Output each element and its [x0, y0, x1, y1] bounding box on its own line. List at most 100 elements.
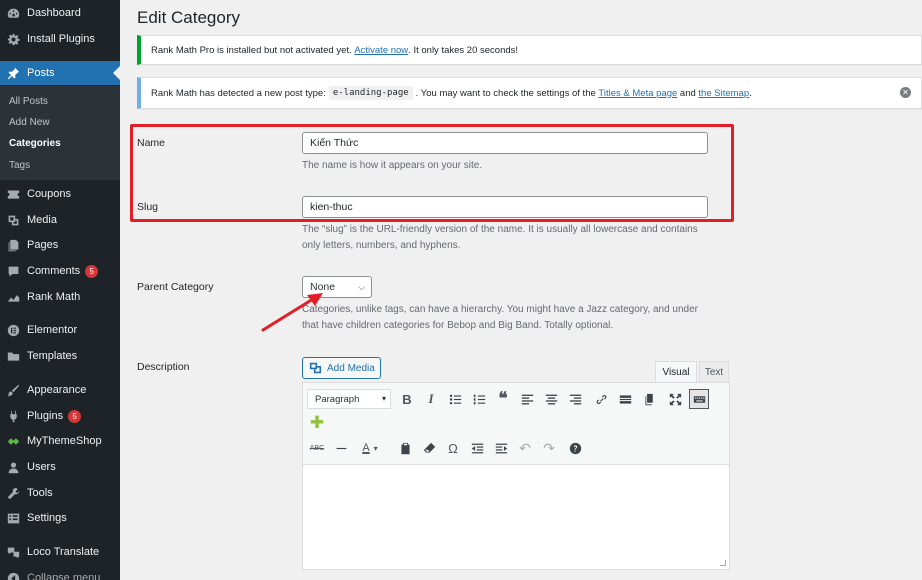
chart-icon: [6, 290, 20, 304]
read-more-icon: [619, 394, 631, 404]
read-more-button[interactable]: [615, 389, 635, 409]
align-left-button[interactable]: [517, 389, 537, 409]
submenu-all-posts[interactable]: All Posts: [9, 96, 48, 107]
menu-label: MyThemeShop: [27, 435, 102, 447]
align-right-button[interactable]: [565, 389, 585, 409]
paste-text-button[interactable]: [395, 438, 415, 458]
dashboard-icon: [6, 6, 20, 20]
outdent-icon: [471, 443, 483, 453]
submenu-categories[interactable]: Categories: [9, 138, 61, 149]
fullscreen-button[interactable]: [665, 389, 685, 409]
redo-button[interactable]: ↷: [539, 438, 559, 458]
titles-meta-link[interactable]: Titles & Meta page: [598, 88, 677, 99]
menu-label: Install Plugins: [27, 33, 95, 45]
tab-text[interactable]: Text: [699, 361, 729, 383]
text-color-button[interactable]: A ▾: [355, 438, 385, 458]
menu-install-plugins[interactable]: Install Plugins: [0, 27, 120, 51]
keyboard-shortcuts-button[interactable]: [565, 438, 585, 458]
align-left-icon: [521, 394, 533, 404]
menu-appearance[interactable]: Appearance: [0, 378, 120, 402]
menu-rank-math[interactable]: Rank Math: [0, 285, 120, 309]
activate-now-link[interactable]: Activate now: [354, 45, 408, 56]
menu-label: Pages: [27, 239, 59, 251]
name-input[interactable]: [302, 132, 708, 154]
menu-elementor[interactable]: Elementor: [0, 318, 120, 342]
submenu-add-new[interactable]: Add New: [9, 117, 50, 128]
caret-down-icon: ▾: [381, 394, 386, 403]
link-icon: [596, 394, 606, 404]
submenu-tags[interactable]: Tags: [9, 160, 30, 171]
align-center-button[interactable]: [541, 389, 561, 409]
menu-posts[interactable]: Posts: [0, 61, 120, 85]
folder-icon: [6, 349, 20, 363]
add-media-button[interactable]: Add Media: [302, 357, 381, 379]
redo-icon: ↷: [543, 439, 555, 456]
omega-icon: Ω: [448, 440, 458, 456]
menu-users[interactable]: Users: [0, 455, 120, 479]
paragraph-format-select[interactable]: Paragraph ▾: [307, 389, 391, 409]
plug-icon: [6, 409, 20, 423]
comment-icon: [6, 264, 20, 278]
text-color-icon: A: [362, 442, 370, 454]
add-shortcode-button[interactable]: ✚: [307, 413, 327, 433]
menu-pages[interactable]: Pages: [0, 233, 120, 257]
align-center-icon: [545, 394, 557, 404]
name-label: Name: [137, 137, 166, 149]
insert-link-button[interactable]: [591, 389, 611, 409]
user-icon: [6, 460, 20, 474]
menu-label: Elementor: [27, 324, 78, 336]
coupon-icon: [6, 187, 20, 201]
add-media-label: Add Media: [327, 362, 375, 374]
slug-input[interactable]: [302, 196, 708, 218]
bold-icon: B: [402, 391, 412, 407]
italic-button[interactable]: I: [421, 389, 441, 409]
wrench-icon: [6, 486, 20, 500]
undo-icon: ↶: [519, 439, 531, 456]
undo-button[interactable]: ↶: [515, 438, 535, 458]
bold-button[interactable]: B: [397, 389, 417, 409]
menu-mythemeshop[interactable]: MyThemeShop: [0, 429, 120, 453]
menu-label: Collapse menu: [27, 572, 101, 580]
menu-dashboard[interactable]: Dashboard: [0, 1, 120, 25]
menu-templates[interactable]: Templates: [0, 344, 120, 368]
menu-collapse[interactable]: Collapse menu: [0, 566, 120, 580]
tab-visual[interactable]: Visual: [655, 361, 697, 383]
special-character-button[interactable]: Ω: [443, 438, 463, 458]
menu-tools[interactable]: Tools: [0, 481, 120, 505]
page-title: Edit Category: [137, 8, 240, 27]
strikethrough-icon: ABC: [309, 444, 325, 452]
dismiss-notice-icon[interactable]: ✕: [900, 87, 911, 98]
editor-content-area[interactable]: [303, 465, 729, 569]
indent-button[interactable]: [491, 438, 511, 458]
quote-icon: ❝: [498, 389, 508, 409]
strikethrough-button[interactable]: ABC: [307, 438, 327, 458]
notice-text-end: .: [749, 87, 752, 99]
horizontal-line-icon: [336, 447, 346, 449]
menu-settings[interactable]: Settings: [0, 506, 120, 530]
horizontal-line-button[interactable]: [331, 438, 351, 458]
numbered-list-icon: [473, 394, 485, 404]
notice-text: Rank Math has detected a new post type:: [151, 87, 326, 99]
description-label: Description: [137, 361, 190, 373]
keyboard-icon: [693, 395, 705, 403]
bullet-list-button[interactable]: [445, 389, 465, 409]
outdent-button[interactable]: [467, 438, 487, 458]
sitemap-link[interactable]: the Sitemap: [698, 88, 749, 99]
menu-loco-translate[interactable]: Loco Translate: [0, 540, 120, 564]
menu-label: Posts: [27, 67, 55, 79]
media-icon: [309, 362, 322, 374]
toolbar-toggle-button[interactable]: [639, 389, 659, 409]
bullet-list-icon: [449, 394, 461, 404]
menu-label: Plugins: [27, 410, 64, 422]
numbered-list-button[interactable]: [469, 389, 489, 409]
pages-icon: [6, 238, 20, 252]
blockquote-button[interactable]: ❝: [493, 389, 513, 409]
resize-handle[interactable]: [720, 560, 726, 566]
kitchen-sink-button[interactable]: [689, 389, 709, 409]
menu-comments[interactable]: Comments 5: [0, 259, 120, 283]
rank-math-post-type-notice: Rank Math has detected a new post type: …: [137, 77, 922, 109]
menu-plugins[interactable]: Plugins 5: [0, 404, 120, 428]
menu-media[interactable]: Media: [0, 208, 120, 232]
clear-formatting-button[interactable]: [419, 438, 439, 458]
menu-coupons[interactable]: Coupons: [0, 182, 120, 206]
